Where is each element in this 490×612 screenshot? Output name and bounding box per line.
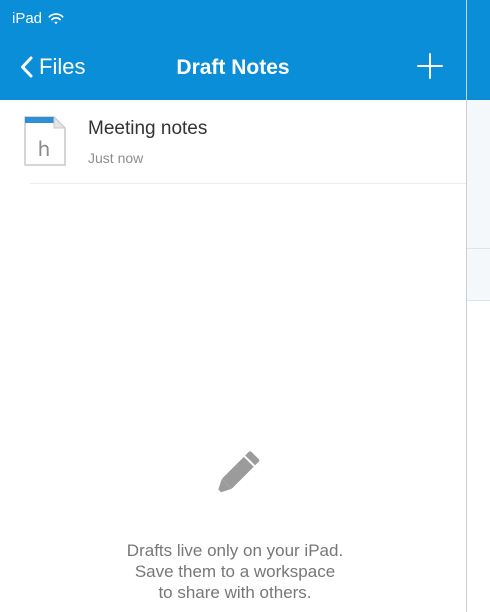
status-bar: iPad (12, 10, 64, 27)
empty-state-line-3: to share with others. (158, 583, 312, 602)
row-divider (30, 183, 466, 184)
device-label: iPad (12, 10, 43, 27)
pencil-icon (216, 451, 260, 494)
note-list-item[interactable] (0, 100, 466, 184)
detail-header-edge (467, 100, 490, 301)
plus-icon (417, 53, 443, 79)
empty-state-message: Drafts live only on your iPad. Save them… (0, 540, 470, 603)
navigation-bar: iPad Files Draft Notes (0, 0, 466, 100)
draft-notes-panel: iPad Files Draft Notes h Meeting notes J… (0, 0, 466, 612)
document-icon-letter: h (38, 137, 51, 161)
note-title: Meeting notes (88, 118, 208, 139)
note-timestamp: Just now (88, 150, 144, 166)
empty-state-line-2: Save them to a workspace (134, 562, 336, 581)
empty-state-line-1: Drafts live only on your iPad. (126, 541, 344, 560)
wifi-icon (48, 13, 64, 25)
detail-divider (467, 248, 490, 249)
detail-navbar-edge (467, 0, 490, 100)
hackpad-document-icon: h (24, 116, 66, 166)
page-title: Draft Notes (176, 56, 290, 79)
detail-panel-edge (466, 0, 490, 612)
add-note-button[interactable] (416, 52, 444, 80)
ipad-screen: iPad Files Draft Notes h Meeting notes J… (0, 0, 490, 612)
